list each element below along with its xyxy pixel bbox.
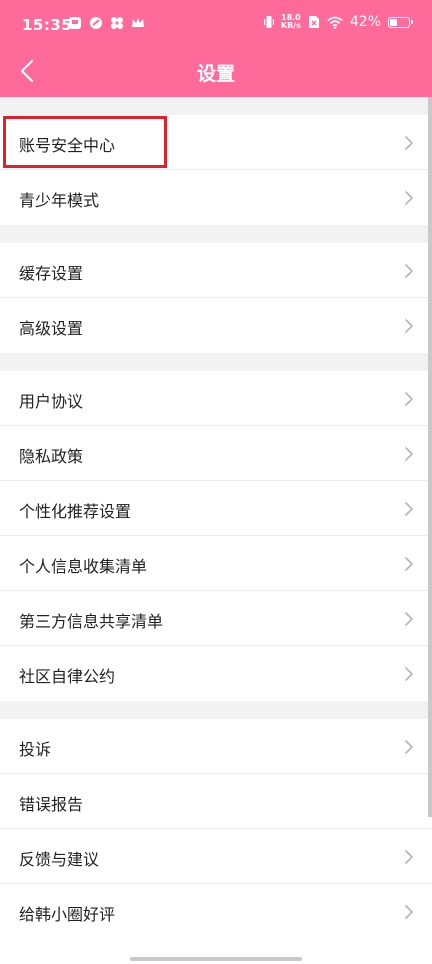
app-header: 15:35 18.0 KB/s 42% 设置 xyxy=(0,0,432,97)
group-separator xyxy=(0,97,432,115)
chevron-right-icon xyxy=(405,557,413,571)
notification-crown-icon xyxy=(132,18,144,27)
list-bottom-spacer xyxy=(0,939,432,949)
settings-item[interactable]: 账号安全中心 xyxy=(0,115,432,170)
settings-item[interactable]: 社区自律公约 xyxy=(0,646,432,701)
group-separator xyxy=(0,225,432,243)
chevron-right-icon xyxy=(405,905,413,919)
settings-item[interactable]: 青少年模式 xyxy=(0,170,432,225)
chevron-right-icon xyxy=(405,392,413,406)
chevron-right-icon xyxy=(405,740,413,754)
wifi-icon xyxy=(327,16,343,29)
settings-item-label: 社区自律公约 xyxy=(19,667,116,686)
settings-item-label: 缓存设置 xyxy=(19,264,84,283)
settings-item-label: 第三方信息共享清单 xyxy=(19,612,164,631)
status-right-icons: 18.0 KB/s 42% xyxy=(263,14,413,30)
notification-sync-icon xyxy=(90,17,102,29)
chevron-right-icon xyxy=(405,319,413,333)
settings-item-label: 给韩小圈好评 xyxy=(19,905,116,924)
battery-level-fill xyxy=(390,18,397,26)
settings-item-label: 账号安全中心 xyxy=(19,136,116,155)
settings-item[interactable]: 高级设置 xyxy=(0,298,432,353)
net-speed: 18.0 KB/s xyxy=(281,14,301,30)
settings-item[interactable]: 缓存设置 xyxy=(0,243,432,298)
chevron-right-icon xyxy=(405,264,413,278)
settings-item[interactable]: 反馈与建议 xyxy=(0,829,432,884)
settings-item[interactable]: 个人信息收集清单 xyxy=(0,536,432,591)
settings-list: 账号安全中心 青少年模式缓存设置高级设置用户协议隐私政策个性化推荐设置 个人信息收集… xyxy=(0,97,432,949)
chevron-right-icon xyxy=(405,502,413,516)
net-speed-unit: KB/s xyxy=(280,21,301,30)
nav-bar: 设置 xyxy=(0,48,432,97)
settings-item[interactable]: 投诉 xyxy=(0,719,432,774)
settings-item[interactable]: 用户协议 xyxy=(0,371,432,426)
status-bar: 15:35 18.0 KB/s 42% xyxy=(0,0,432,48)
settings-item-label: 投诉 xyxy=(19,740,52,759)
settings-item-label: 反馈与建议 xyxy=(19,850,100,869)
notification-flower-icon xyxy=(111,17,123,29)
settings-item-label: 个性化推荐设置 xyxy=(19,502,132,521)
sim-off-icon xyxy=(308,16,319,28)
chevron-right-icon xyxy=(405,667,413,681)
home-indicator[interactable] xyxy=(130,957,302,961)
group-separator xyxy=(0,353,432,371)
settings-item[interactable]: 第三方信息共享清单 xyxy=(0,591,432,646)
settings-item[interactable]: 给韩小圈好评 xyxy=(0,884,432,939)
settings-item[interactable]: 错误报告 xyxy=(0,774,432,829)
chevron-right-icon xyxy=(405,850,413,864)
status-notification-icons xyxy=(68,16,145,30)
scrollbar[interactable] xyxy=(428,97,432,817)
group-separator xyxy=(0,701,432,719)
settings-item-label: 个人信息收集清单 xyxy=(19,557,148,576)
settings-item-label: 隐私政策 xyxy=(19,447,84,466)
settings-item[interactable]: 隐私政策 xyxy=(0,426,432,481)
chevron-right-icon xyxy=(405,136,413,150)
settings-item[interactable]: 个性化推荐设置 xyxy=(0,481,432,536)
battery-icon xyxy=(388,16,413,28)
notification-app-icon xyxy=(69,17,81,29)
battery-percent: 42% xyxy=(349,14,381,30)
page-title: 设置 xyxy=(196,63,235,85)
chevron-right-icon xyxy=(405,191,413,205)
chevron-right-icon xyxy=(405,447,413,461)
settings-item-label: 高级设置 xyxy=(19,319,84,338)
vibrate-icon xyxy=(263,16,274,28)
settings-item-label: 青少年模式 xyxy=(19,191,100,210)
settings-item-label: 用户协议 xyxy=(19,392,84,411)
settings-item-label: 错误报告 xyxy=(19,795,84,814)
status-time: 15:35 xyxy=(22,16,73,34)
chevron-right-icon xyxy=(405,612,413,626)
